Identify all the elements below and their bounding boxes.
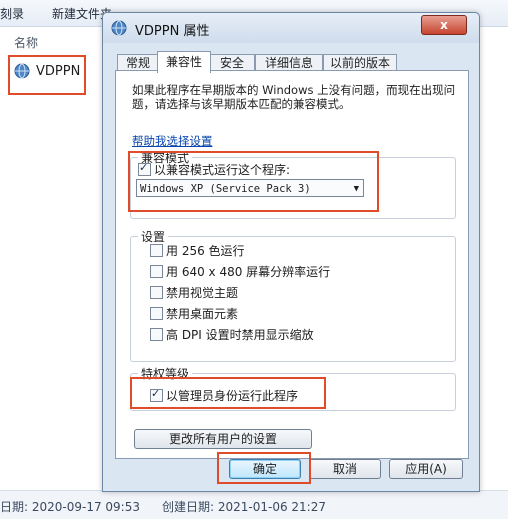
option-disable-desktop-checkbox[interactable] <box>150 307 163 320</box>
option-high-dpi-label: 高 DPI 设置时禁用显示缩放 <box>166 328 314 342</box>
app-globe-icon <box>111 20 127 36</box>
option-640x480-checkbox[interactable] <box>150 265 163 278</box>
option-256-colors-label: 用 256 色运行 <box>166 244 245 258</box>
name-column-header[interactable]: 名称 <box>14 34 38 51</box>
explorer-statusbar: 日期: 2020-09-17 09:53 创建日期: 2021-01-06 21… <box>0 490 508 519</box>
compatibility-panel: 如果此程序在早期版本的 Windows 上没有问题，而现在出现问题，请选择与该早… <box>115 70 469 459</box>
close-button[interactable]: x <box>421 15 467 35</box>
change-all-users-button[interactable]: 更改所有用户的设置 <box>134 429 312 449</box>
option-640x480-label: 用 640 x 480 屏幕分辨率运行 <box>166 265 331 279</box>
highlight-run-as-admin <box>130 377 326 409</box>
burn-button[interactable]: 刻录 <box>0 5 24 22</box>
option-high-dpi-checkbox[interactable] <box>150 328 163 341</box>
help-me-choose-link[interactable]: 帮助我选择设置 <box>132 133 213 149</box>
highlight-file-item <box>8 55 86 95</box>
tab-compatibility[interactable]: 兼容性 <box>157 51 211 73</box>
option-256-colors-checkbox[interactable] <box>150 244 163 257</box>
highlight-compat-mode <box>128 151 379 212</box>
close-icon: x <box>440 18 448 32</box>
settings-group-title: 设置 <box>138 228 169 245</box>
option-disable-themes-checkbox[interactable] <box>150 286 163 299</box>
dialog-titlebar[interactable]: VDPPN 属性 x <box>103 13 479 43</box>
properties-dialog: VDPPN 属性 x 常规 兼容性 安全 详细信息 以前的版本 如果此程序在早期… <box>102 12 480 492</box>
cancel-button[interactable]: 取消 <box>309 459 381 479</box>
highlight-ok-button <box>217 452 311 484</box>
option-disable-desktop-label: 禁用桌面元素 <box>166 307 239 321</box>
dialog-title: VDPPN 属性 <box>135 24 210 39</box>
status-modified-date: 日期: 2020-09-17 09:53 <box>0 500 140 514</box>
option-disable-themes-label: 禁用视觉主题 <box>166 286 239 300</box>
apply-button[interactable]: 应用(A) <box>389 459 463 479</box>
compat-description: 如果此程序在早期版本的 Windows 上没有问题，而现在出现问题，请选择与该早… <box>132 83 456 111</box>
status-created-date: 创建日期: 2021-01-06 21:27 <box>162 500 326 514</box>
